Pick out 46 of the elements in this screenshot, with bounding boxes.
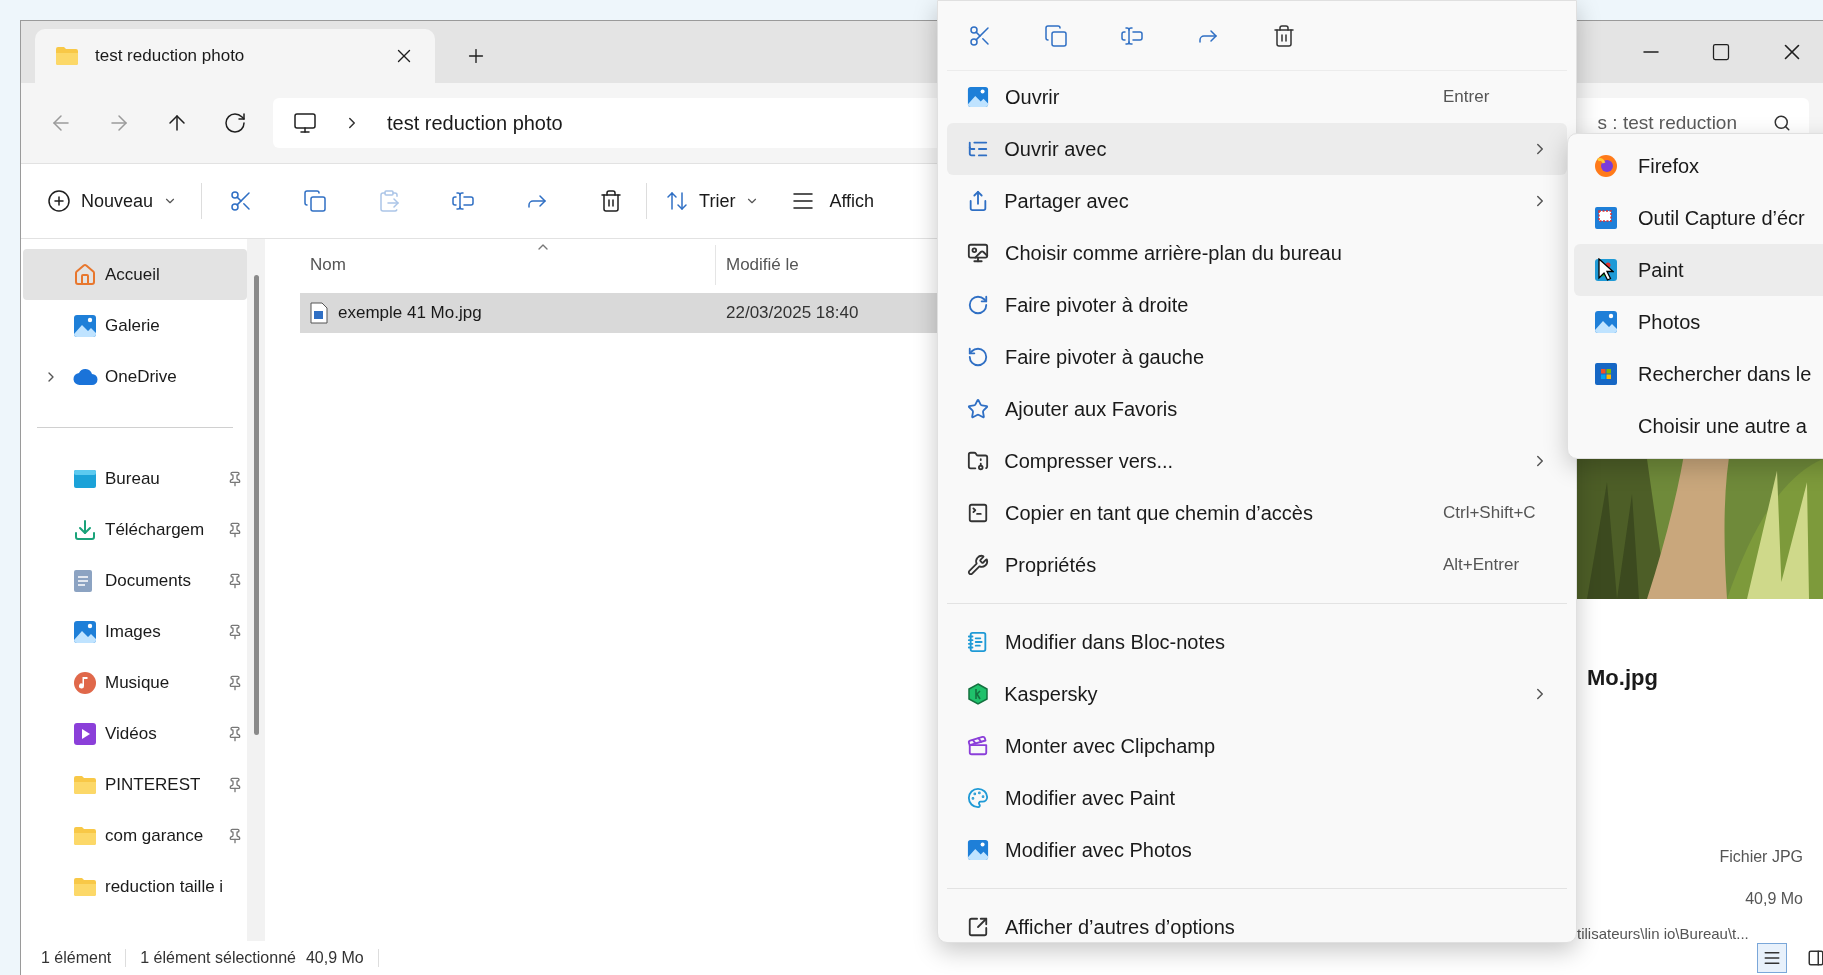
sidebar-label: Téléchargem	[105, 518, 206, 541]
menu-label: Partager avec	[1004, 189, 1130, 214]
menu-label: Propriétés	[1005, 553, 1098, 578]
menu-label: Compresser vers...	[1004, 449, 1175, 474]
sidebar-label: Vidéos	[105, 722, 158, 745]
menu-label: Ajouter aux Favoris	[1005, 397, 1179, 422]
file-type: Fichier JPG	[1718, 847, 1804, 867]
sidebar-label: PINTEREST	[105, 773, 202, 796]
file-name: exemple 41 Mo.jpg	[338, 302, 482, 325]
submenu-label: Rechercher dans le	[1638, 362, 1812, 387]
sidebar-label: com garance	[105, 824, 205, 847]
file-path: tilisateurs\lin io\Bureau\t...	[1577, 924, 1750, 941]
status-text: 1 élément	[41, 948, 112, 968]
menu-label: Copier en tant que chemin d’accès	[1005, 501, 1314, 526]
menu-label: Modifier avec Paint	[1005, 786, 1177, 811]
shortcut-text: Alt+Entrer	[1443, 555, 1520, 575]
search-placeholder: s : test reduction	[1597, 110, 1737, 135]
sidebar-label: Documents	[105, 569, 192, 592]
submenu-label: Firefox	[1638, 154, 1700, 179]
menu-label: Choisir comme arrière-plan du bureau	[1005, 241, 1343, 266]
sidebar-label: OneDrive	[105, 365, 178, 388]
menu-label: Faire pivoter à droite	[1005, 293, 1190, 318]
sidebar-label: Galerie	[105, 314, 161, 337]
menu-label: Afficher d’autres d’options	[1005, 915, 1236, 940]
status-text: 1 élément sélectionné	[140, 948, 296, 968]
menu-label: Kaspersky	[1004, 682, 1099, 707]
address-text: test reduction photo	[387, 111, 563, 136]
submenu-label: Outil Capture d’écr	[1638, 206, 1805, 231]
details-title: Mo.jpg	[1586, 664, 1659, 692]
menu-label: Monter avec Clipchamp	[1005, 734, 1217, 759]
menu-label: Faire pivoter à gauche	[1005, 345, 1205, 370]
submenu-label: Choisir une autre a	[1638, 414, 1807, 439]
submenu-label: Photos	[1638, 310, 1701, 335]
sidebar-label: Images	[105, 620, 162, 643]
sidebar-label: reduction taille i	[105, 875, 225, 898]
file-size: 40,9 Mo	[1744, 889, 1804, 909]
sidebar-label: Accueil	[105, 263, 161, 286]
sidebar-label: Musique	[105, 671, 171, 694]
submenu-label: Paint	[1638, 258, 1684, 283]
status-text: 40,9 Mo	[305, 948, 364, 968]
menu-label: Modifier avec Photos	[1005, 838, 1193, 863]
sidebar-label: Bureau	[105, 467, 161, 490]
menu-label: Modifier dans Bloc-notes	[1005, 630, 1227, 655]
file-date: 22/03/2025 18:40	[726, 302, 859, 325]
tab-title: test reduction photo	[95, 45, 246, 68]
shortcut-text: Ctrl+Shift+C	[1443, 503, 1536, 523]
